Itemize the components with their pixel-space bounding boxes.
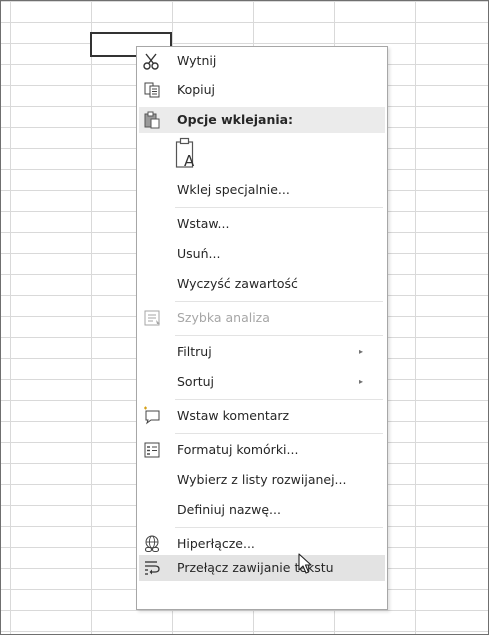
menu-separator — [175, 527, 383, 528]
menu-separator — [175, 301, 383, 302]
wrap-text-icon — [142, 558, 162, 578]
menu-item-insert[interactable]: Wstaw... — [139, 211, 385, 237]
spreadsheet-grid[interactable]: Wytnij Kopiuj Opcje wklejania: A Wklej s… — [0, 0, 489, 635]
scissors-icon — [142, 51, 162, 71]
paste-text-icon[interactable]: A — [175, 137, 199, 171]
quick-analysis-icon — [142, 308, 162, 328]
menu-item-insert-comment[interactable]: Wstaw komentarz — [139, 403, 385, 429]
menu-item-label: Opcje wklejania: — [177, 112, 294, 127]
menu-header-paste-options: Opcje wklejania: — [139, 107, 385, 133]
menu-item-define-name[interactable]: Definiuj nazwę... — [139, 497, 385, 523]
menu-item-pick-from-dropdown[interactable]: Wybierz z listy rozwijanej... — [139, 467, 385, 493]
menu-item-wrap-text[interactable]: Przełącz zawijanie tekstu — [139, 555, 385, 581]
submenu-arrow-icon: ▸ — [358, 347, 363, 356]
menu-item-sort[interactable]: Sortuj ▸ — [139, 369, 385, 395]
menu-item-label: Wstaw... — [177, 216, 230, 231]
menu-separator — [175, 433, 383, 434]
menu-item-label: Usuń... — [177, 246, 221, 261]
submenu-arrow-icon: ▸ — [358, 377, 363, 386]
menu-item-label: Kopiuj — [177, 82, 216, 97]
menu-item-hyperlink[interactable]: Hiperłącze... — [139, 531, 385, 557]
menu-item-label: Wklej specjalnie... — [177, 182, 290, 197]
copy-icon — [142, 80, 162, 100]
clipboard-icon — [142, 110, 162, 130]
menu-item-label: Formatuj komórki... — [177, 442, 299, 457]
menu-item-cut[interactable]: Wytnij — [139, 48, 385, 74]
menu-item-label: Wstaw komentarz — [177, 408, 290, 423]
menu-item-paste-special[interactable]: Wklej specjalnie... — [139, 177, 385, 203]
menu-item-format-cells[interactable]: Formatuj komórki... — [139, 437, 385, 463]
menu-item-label: Sortuj — [177, 374, 215, 389]
menu-separator — [175, 335, 383, 336]
menu-item-filter[interactable]: Filtruj ▸ — [139, 339, 385, 365]
menu-item-label: Hiperłącze... — [177, 536, 255, 551]
menu-item-label: Wyczyść zawartość — [177, 276, 298, 291]
menu-item-copy[interactable]: Kopiuj — [139, 77, 385, 103]
format-cells-icon — [142, 440, 162, 460]
menu-separator — [175, 399, 383, 400]
mouse-pointer-icon — [298, 553, 314, 579]
comment-icon — [142, 406, 162, 426]
menu-item-clear-contents[interactable]: Wyczyść zawartość — [139, 271, 385, 297]
paste-option-letter: A — [184, 152, 195, 170]
menu-item-label: Wytnij — [177, 53, 217, 68]
menu-item-quick-analysis[interactable]: Szybka analiza — [139, 305, 385, 331]
menu-item-label: Wybierz z listy rozwijanej... — [177, 472, 347, 487]
hyperlink-icon — [142, 534, 162, 554]
menu-item-label: Filtruj — [177, 344, 212, 359]
menu-item-label: Szybka analiza — [177, 310, 270, 325]
menu-item-delete[interactable]: Usuń... — [139, 241, 385, 267]
menu-item-label: Definiuj nazwę... — [177, 502, 281, 517]
context-menu: Wytnij Kopiuj Opcje wklejania: A Wklej s… — [136, 46, 388, 610]
menu-separator — [175, 207, 383, 208]
